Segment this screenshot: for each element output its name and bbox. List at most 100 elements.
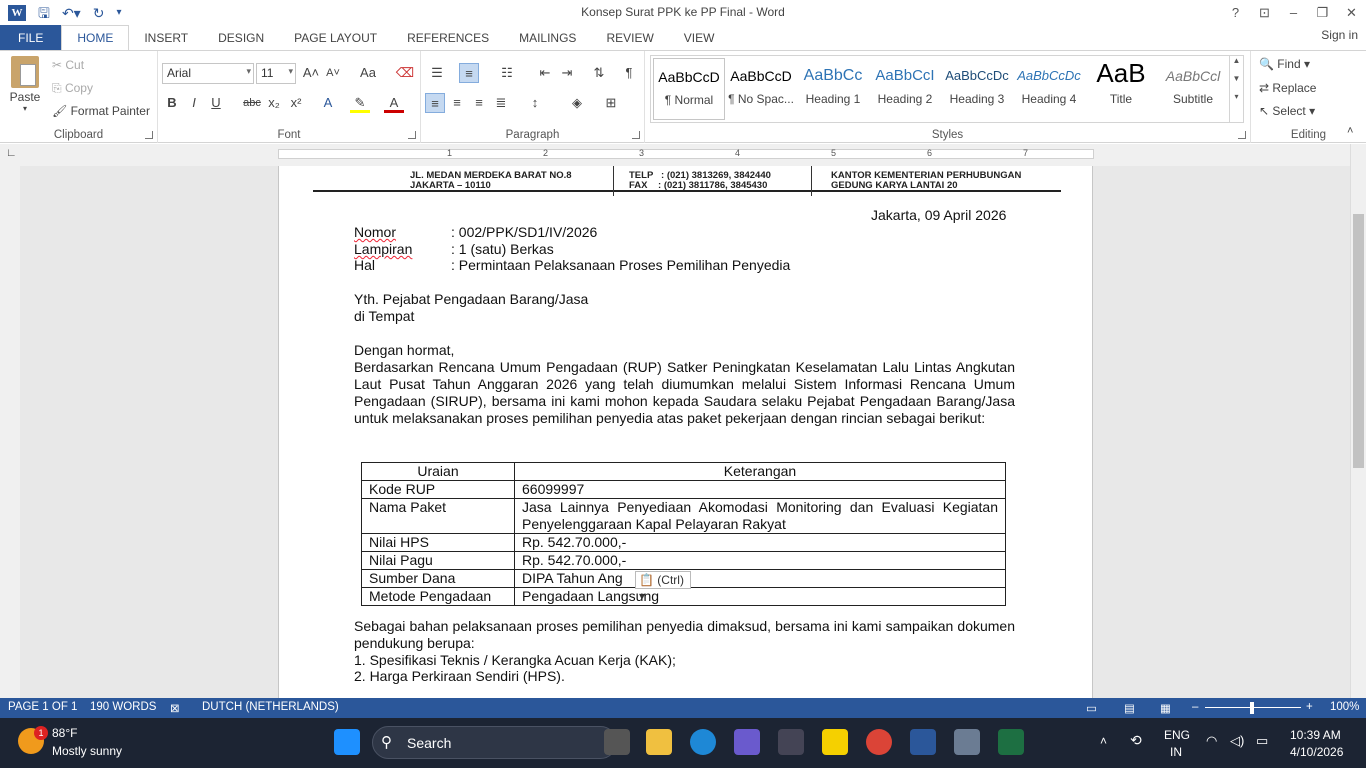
temperature[interactable]: 88°F: [52, 726, 77, 740]
tab-design[interactable]: DESIGN: [203, 25, 279, 50]
web-layout-icon[interactable]: ▦: [1160, 701, 1171, 715]
excel-icon[interactable]: [998, 729, 1024, 755]
collapse-ribbon-icon[interactable]: ˄: [1347, 125, 1353, 137]
close-button[interactable]: ✕: [1337, 0, 1366, 25]
chrome-icon[interactable]: [866, 729, 892, 755]
style-title[interactable]: AaB Title: [1085, 58, 1157, 120]
font-color-icon[interactable]: A: [384, 93, 404, 113]
copy-button[interactable]: ⎘ Copy: [52, 81, 93, 96]
taskbar-search[interactable]: ⚲ Search: [372, 726, 617, 759]
justify-icon[interactable]: ≣: [491, 93, 511, 113]
file-explorer-icon[interactable]: [646, 729, 672, 755]
numbering-icon[interactable]: ≡: [459, 63, 479, 83]
tab-review[interactable]: REVIEW: [591, 25, 668, 50]
word-count[interactable]: 190 WORDS: [90, 701, 156, 713]
subscript-icon[interactable]: x₂: [264, 93, 284, 113]
clock-time[interactable]: 10:39 AM: [1290, 728, 1341, 742]
vertical-scrollbar[interactable]: [1350, 144, 1366, 698]
style-subtitle[interactable]: AaBbCcl Subtitle: [1157, 58, 1229, 120]
clipboard-launcher-icon[interactable]: [145, 131, 153, 139]
zoom-out-icon[interactable]: –: [1192, 701, 1198, 713]
underline-icon[interactable]: U: [206, 93, 226, 113]
format-painter-button[interactable]: 🖌 Format Painter: [52, 104, 150, 118]
paragraph-launcher-icon[interactable]: [632, 131, 640, 139]
task-view-icon[interactable]: [604, 729, 630, 755]
weather-text[interactable]: Mostly sunny: [52, 744, 122, 758]
font-launcher-icon[interactable]: [408, 131, 416, 139]
redo-icon[interactable]: ↻: [93, 5, 105, 21]
word-taskbar-icon[interactable]: [910, 729, 936, 755]
camera-icon[interactable]: [778, 729, 804, 755]
line-spacing-icon[interactable]: ↕: [525, 93, 545, 113]
styles-launcher-icon[interactable]: [1238, 131, 1246, 139]
read-mode-icon[interactable]: ▭: [1086, 701, 1097, 715]
font-size-box[interactable]: 11: [256, 63, 296, 84]
show-hidden-icons[interactable]: ˄: [1100, 734, 1107, 748]
align-right-icon[interactable]: ≡: [469, 93, 489, 113]
language-code[interactable]: ENG: [1164, 728, 1190, 742]
tab-file[interactable]: FILE: [0, 25, 62, 50]
superscript-icon[interactable]: x²: [286, 93, 306, 113]
align-center-icon[interactable]: ≡: [447, 93, 467, 113]
wifi-icon[interactable]: ◠: [1206, 733, 1217, 749]
shading-icon[interactable]: ◈: [567, 93, 587, 113]
paste-options-button[interactable]: 📋 (Ctrl) ▾: [635, 571, 691, 603]
replace-button[interactable]: ⇄ Replace: [1259, 81, 1316, 95]
style-heading-2[interactable]: AaBbCcI Heading 2: [869, 58, 941, 120]
sort-icon[interactable]: ⇅: [589, 63, 609, 83]
style-heading-3[interactable]: AaBbCcDc Heading 3: [941, 58, 1013, 120]
sync-icon[interactable]: ⟲: [1130, 732, 1142, 749]
find-button[interactable]: 🔍 Find ▾: [1259, 57, 1310, 71]
tab-selector-icon[interactable]: ∟: [6, 147, 17, 159]
borders-icon[interactable]: ⊞: [601, 93, 621, 113]
style-normal[interactable]: AaBbCcD ¶ Normal: [653, 58, 725, 120]
tab-insert[interactable]: INSERT: [129, 25, 203, 50]
clock-date[interactable]: 4/10/2026: [1290, 745, 1343, 759]
style-heading-4[interactable]: AaBbCcDc Heading 4: [1013, 58, 1085, 120]
undo-icon[interactable]: ↶▾: [62, 5, 81, 21]
document-page[interactable]: JL. MEDAN MERDEKA BARAT NO.8 JAKARTA – 1…: [278, 166, 1093, 698]
word-logo-icon[interactable]: W: [8, 4, 26, 21]
strikethrough-icon[interactable]: abc: [242, 93, 262, 113]
copilot-icon[interactable]: [734, 729, 760, 755]
tab-references[interactable]: REFERENCES: [392, 25, 504, 50]
zoom-in-icon[interactable]: +: [1306, 701, 1313, 713]
text-effects-icon[interactable]: A: [318, 93, 338, 113]
align-left-icon[interactable]: ≡: [425, 93, 445, 113]
style-heading-1[interactable]: AaBbCc Heading 1: [797, 58, 869, 120]
font-name-box[interactable]: Arial: [162, 63, 254, 84]
select-button[interactable]: ↖ Select ▾: [1259, 104, 1315, 118]
tab-page-layout[interactable]: PAGE LAYOUT: [279, 25, 392, 50]
customize-qat-icon[interactable]: ▾: [116, 5, 121, 21]
increase-indent-icon[interactable]: ⇥: [557, 63, 577, 83]
calculator-icon[interactable]: [954, 729, 980, 755]
highlight-icon[interactable]: ✎: [350, 93, 370, 113]
bold-icon[interactable]: B: [162, 93, 182, 113]
page-count[interactable]: PAGE 1 OF 1: [8, 701, 77, 713]
sign-in-link[interactable]: Sign in: [1321, 28, 1358, 42]
decrease-indent-icon[interactable]: ⇤: [535, 63, 555, 83]
tab-view[interactable]: VIEW: [669, 25, 730, 50]
bullets-icon[interactable]: ☰: [427, 63, 447, 83]
help-icon[interactable]: ?: [1221, 0, 1250, 25]
save-icon[interactable]: 🖫: [38, 5, 50, 21]
style-no-spacing[interactable]: AaBbCcD ¶ No Spac...: [725, 58, 797, 120]
proofing-icon[interactable]: ⊠: [170, 701, 180, 715]
italic-icon[interactable]: I: [184, 93, 204, 113]
tab-mailings[interactable]: MAILINGS: [504, 25, 591, 50]
minimize-button[interactable]: –: [1279, 0, 1308, 25]
volume-icon[interactable]: ◁): [1230, 733, 1244, 749]
language-indicator[interactable]: DUTCH (NETHERLANDS): [202, 701, 339, 713]
shrink-font-icon[interactable]: A˅: [323, 63, 343, 83]
zoom-slider-thumb[interactable]: [1250, 702, 1254, 714]
scroll-thumb[interactable]: [1353, 214, 1364, 468]
tab-home[interactable]: HOME: [61, 25, 130, 51]
styles-scroll[interactable]: ▲ ▼ ▾: [1229, 56, 1243, 122]
start-button-icon[interactable]: [334, 729, 360, 755]
change-case-icon[interactable]: Aa: [358, 63, 378, 83]
print-layout-icon[interactable]: ▤: [1124, 701, 1135, 715]
ribbon-display-icon[interactable]: ⊡: [1250, 0, 1279, 25]
edge-icon[interactable]: [690, 729, 716, 755]
input-method[interactable]: IN: [1170, 745, 1182, 759]
battery-icon[interactable]: ▭: [1256, 733, 1268, 749]
